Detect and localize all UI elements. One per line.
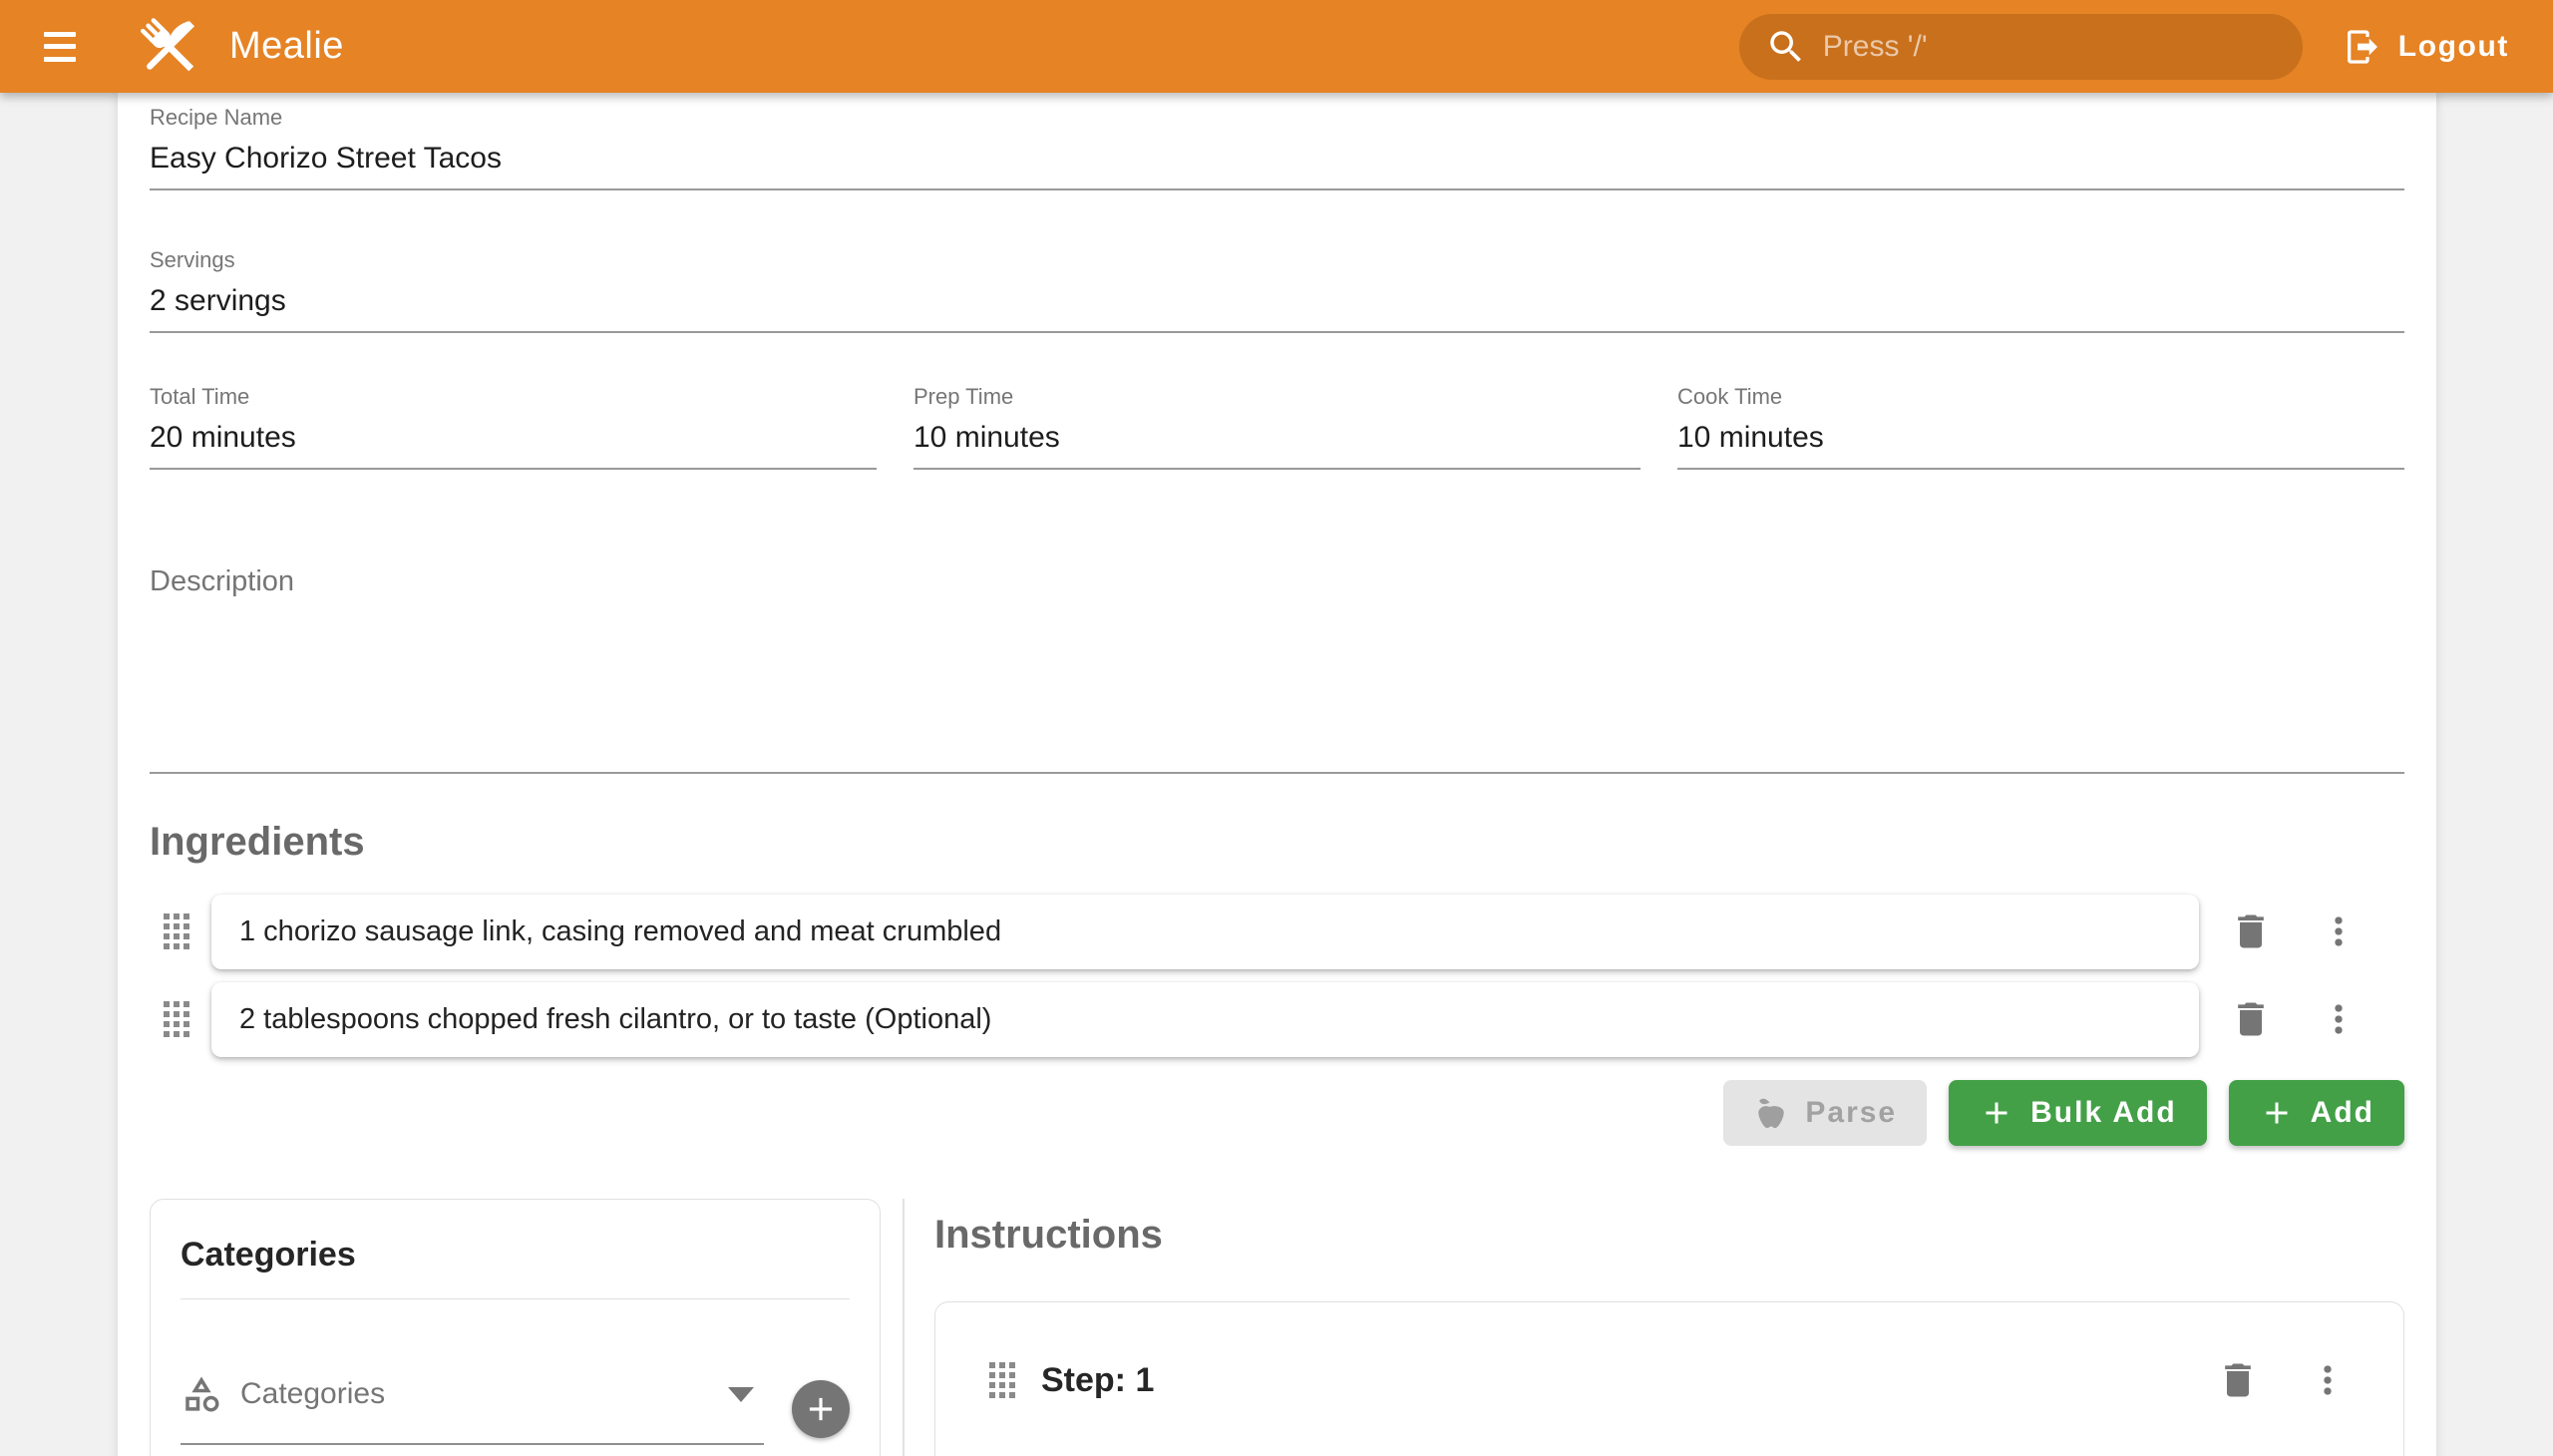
step-header: Step: 1 — [975, 1350, 2364, 1410]
parse-button[interactable]: Parse — [1723, 1080, 1927, 1146]
ingredient-actions: Parse Bulk Add Add — [150, 1080, 2404, 1146]
servings-label: Servings — [150, 240, 2404, 273]
categories-select[interactable]: Categories — [181, 1373, 764, 1445]
ingredient-list: 1 chorizo sausage link, casing removed a… — [150, 893, 2404, 1058]
total-time-field[interactable]: Total Time 20 minutes — [150, 377, 877, 470]
divider — [181, 1298, 850, 1299]
logout-button[interactable]: Logout — [2337, 17, 2515, 77]
trash-icon — [2229, 910, 2273, 953]
recipe-edit-page: Recipe Name Easy Chorizo Street Tacos Se… — [0, 93, 2553, 1456]
instructions-column: Instructions Step: 1 — [905, 1199, 2404, 1456]
bulk-add-label: Bulk Add — [2030, 1096, 2177, 1130]
cook-time-value[interactable]: 10 minutes — [1677, 420, 2404, 456]
app-title: Mealie — [229, 25, 344, 68]
add-label: Add — [2311, 1096, 2374, 1130]
hamburger-menu-icon[interactable] — [38, 29, 82, 65]
recipe-name-field[interactable]: Recipe Name Easy Chorizo Street Tacos — [150, 98, 2404, 190]
plus-icon — [2259, 1095, 2295, 1131]
delete-ingredient-button[interactable] — [2221, 902, 2281, 961]
ingredient-menu-button[interactable] — [2309, 902, 2369, 961]
drag-handle-icon[interactable] — [164, 913, 189, 949]
description-label: Description — [150, 565, 2404, 598]
categories-column: Categories Categories — [150, 1199, 903, 1456]
description-field[interactable]: Description — [150, 565, 2404, 774]
search-icon — [1765, 26, 1807, 68]
categories-heading: Categories — [181, 1236, 850, 1274]
total-time-label: Total Time — [150, 377, 877, 410]
kebab-menu-icon — [2317, 997, 2361, 1041]
search-box[interactable] — [1739, 14, 2303, 80]
ingredient-input[interactable]: 2 tablespoons chopped fresh cilantro, or… — [211, 982, 2199, 1057]
plus-icon — [1979, 1095, 2014, 1131]
prep-time-label: Prep Time — [913, 377, 1641, 410]
step-menu-button[interactable] — [2298, 1350, 2358, 1410]
ingredients-heading: Ingredients — [150, 820, 2404, 865]
logout-label: Logout — [2398, 30, 2509, 64]
delete-ingredient-button[interactable] — [2221, 989, 2281, 1049]
app-bar: Mealie Logout — [0, 0, 2553, 93]
recipe-name-value[interactable]: Easy Chorizo Street Tacos — [150, 141, 2404, 177]
instructions-heading: Instructions — [934, 1213, 2404, 1258]
delete-step-button[interactable] — [2208, 1350, 2268, 1410]
step-card: Step: 1 Combine crum — [934, 1301, 2404, 1456]
servings-value[interactable]: 2 servings — [150, 283, 2404, 319]
kebab-menu-icon — [2317, 910, 2361, 953]
cook-time-field[interactable]: Cook Time 10 minutes — [1677, 377, 2404, 470]
logout-icon — [2343, 27, 2382, 67]
apple-icon — [1753, 1095, 1789, 1131]
categories-select-label: Categories — [240, 1377, 385, 1411]
drag-handle-icon[interactable] — [164, 1001, 189, 1037]
chevron-down-icon[interactable] — [728, 1387, 754, 1402]
ingredient-input[interactable]: 1 chorizo sausage link, casing removed a… — [211, 895, 2199, 969]
servings-field[interactable]: Servings 2 servings — [150, 240, 2404, 333]
search-input[interactable] — [1823, 30, 2277, 64]
times-row: Total Time 20 minutes Prep Time 10 minut… — [150, 377, 2404, 470]
recipe-editor-card: Recipe Name Easy Chorizo Street Tacos Se… — [118, 93, 2436, 1456]
add-category-button[interactable] — [792, 1380, 850, 1438]
ingredient-row: 1 chorizo sausage link, casing removed a… — [150, 893, 2404, 970]
ingredient-menu-button[interactable] — [2309, 989, 2369, 1049]
mealie-logo-icon — [134, 11, 205, 83]
shapes-icon — [181, 1373, 222, 1415]
step-title: Step: 1 — [1041, 1361, 1154, 1400]
categories-select-row: Categories — [181, 1373, 850, 1445]
total-time-value[interactable]: 20 minutes — [150, 420, 877, 456]
cook-time-label: Cook Time — [1677, 377, 2404, 410]
plus-icon — [802, 1390, 840, 1428]
categories-card: Categories Categories — [150, 1199, 881, 1456]
description-value[interactable] — [150, 598, 2404, 762]
drag-handle-icon[interactable] — [989, 1362, 1015, 1398]
prep-time-value[interactable]: 10 minutes — [913, 420, 1641, 456]
bulk-add-button[interactable]: Bulk Add — [1949, 1080, 2207, 1146]
trash-icon — [2229, 997, 2273, 1041]
prep-time-field[interactable]: Prep Time 10 minutes — [913, 377, 1641, 470]
add-button[interactable]: Add — [2229, 1080, 2404, 1146]
bottom-section: Categories Categories — [150, 1199, 2404, 1456]
parse-label: Parse — [1805, 1096, 1897, 1130]
kebab-menu-icon — [2306, 1358, 2350, 1402]
recipe-name-label: Recipe Name — [150, 98, 2404, 131]
trash-icon — [2216, 1358, 2260, 1402]
ingredient-row: 2 tablespoons chopped fresh cilantro, or… — [150, 980, 2404, 1058]
